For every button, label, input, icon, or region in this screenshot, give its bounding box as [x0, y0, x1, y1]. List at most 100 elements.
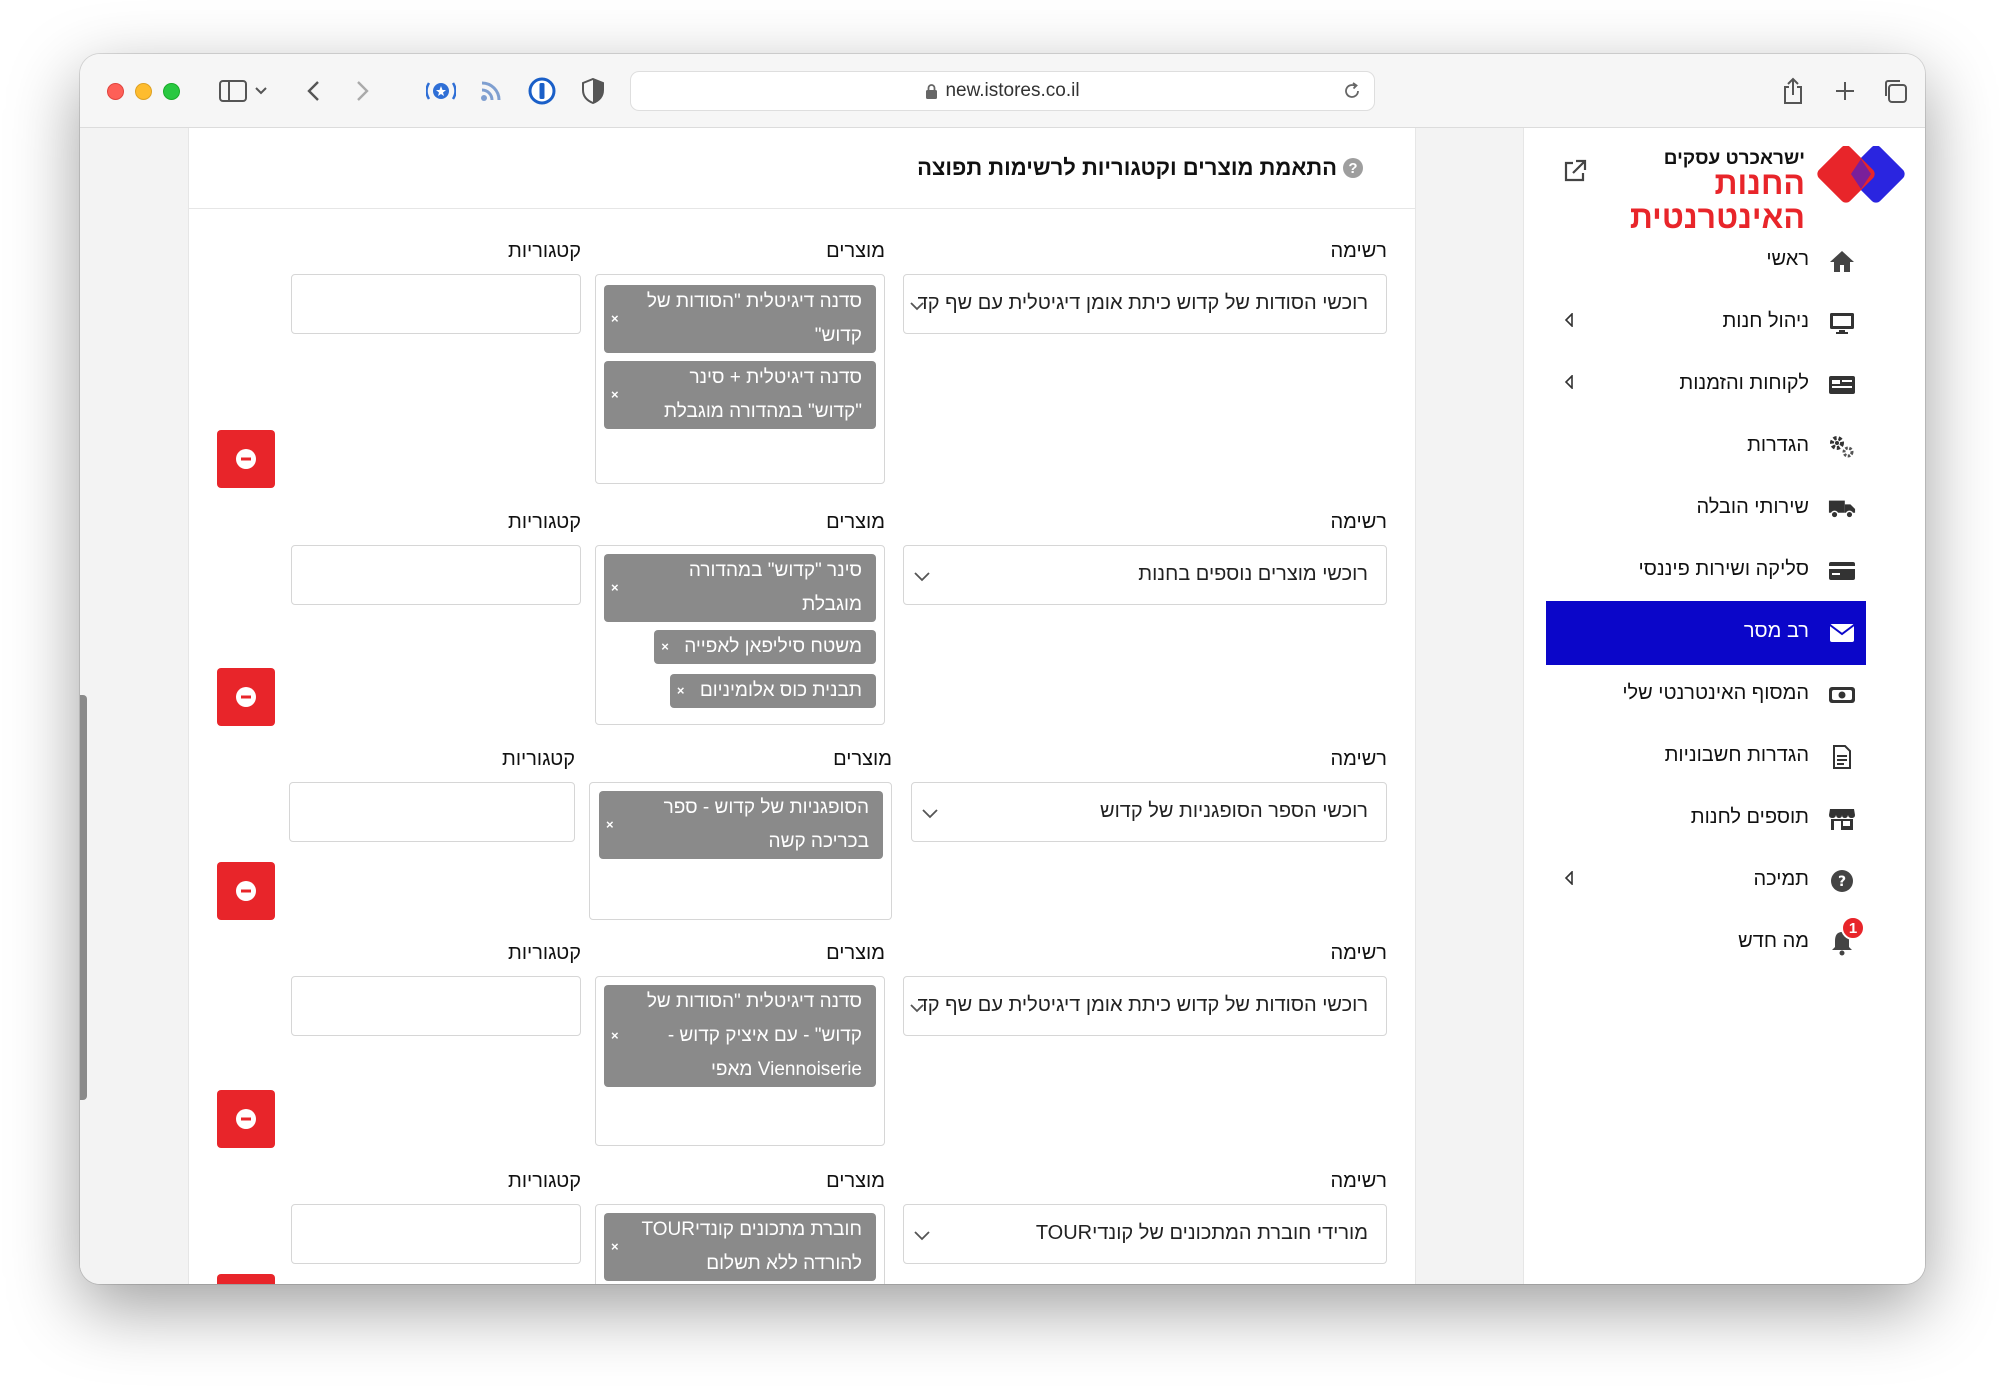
products-label: מוצרים — [826, 942, 885, 964]
remove-tag-icon[interactable]: × — [611, 571, 619, 605]
sidebar-item-multi-message[interactable]: רב מסר — [1546, 601, 1866, 665]
sidebar-item-customers-orders[interactable]: לקוחות והזמנות — [1546, 353, 1866, 417]
password-manager-icon[interactable] — [527, 76, 557, 106]
caret-left-icon — [1564, 312, 1574, 332]
forward-arrow-icon[interactable] — [352, 76, 374, 106]
products-multiselect[interactable]: הסופגניות של קדוש - ספר בכריכה קשה × — [589, 782, 892, 920]
product-tag[interactable]: חוברת מתכונים קונדיTOUR להורדה ללא תשלום… — [604, 1213, 876, 1281]
products-multiselect[interactable]: סדנה דיגיטלית "הסודות של קדוש" - עם איצי… — [595, 976, 885, 1146]
svg-text:?: ? — [1838, 874, 1846, 890]
caret-left-icon — [1564, 870, 1574, 890]
product-tag[interactable]: סדנה דיגיטלית "הסודות של קדוש" × — [604, 285, 876, 353]
scrollbar-thumb[interactable] — [80, 695, 87, 1100]
categories-input[interactable] — [291, 1204, 581, 1264]
list-select[interactable]: רוכשי מוצרים נוספים בחנות — [903, 545, 1387, 605]
monitor-icon — [1828, 309, 1856, 337]
remove-row-button[interactable] — [217, 1274, 275, 1284]
open-external-icon[interactable] — [1562, 158, 1588, 189]
chevron-down-icon — [910, 1000, 924, 1018]
minimize-window-button[interactable] — [135, 83, 152, 100]
remove-row-button[interactable] — [217, 862, 275, 920]
list-select[interactable]: מורידי חוברת המתכונים של קונדיTOUR — [903, 1204, 1387, 1264]
minus-circle-icon — [236, 1109, 256, 1129]
sidebar-item-home[interactable]: ראשי — [1546, 229, 1866, 293]
sidebar-item-web-terminal[interactable]: המסוף האינטרנטי שלי — [1546, 663, 1866, 727]
list-select[interactable]: רוכשי הספר הסופגניות של קדוש — [911, 782, 1387, 842]
categories-input[interactable] — [291, 545, 581, 605]
categories-input[interactable] — [291, 274, 581, 334]
products-label: מוצרים — [826, 1170, 885, 1192]
sidebar-item-shipping[interactable]: שירותי הובלה — [1546, 477, 1866, 541]
zoom-window-button[interactable] — [163, 83, 180, 100]
tabs-overview-icon[interactable] — [1880, 76, 1910, 106]
address-bar[interactable]: new.istores.co.il — [630, 71, 1375, 111]
caret-left-icon — [1564, 374, 1574, 394]
url-text: new.istores.co.il — [945, 80, 1080, 101]
sidebar-toggle-icon[interactable] — [217, 76, 249, 106]
reload-icon[interactable] — [1342, 81, 1362, 107]
sidebar-item-store-addons[interactable]: תוספים לחנות — [1546, 787, 1866, 851]
truck-icon — [1828, 495, 1856, 523]
categories-label: קטגוריות — [508, 240, 581, 262]
chevron-down-icon[interactable] — [253, 76, 269, 106]
list-select[interactable]: רוכשי הסודות של קדוש כיתת אומן דיגיטלית … — [903, 976, 1387, 1036]
products-multiselect[interactable]: סינר "קדוש" במהדורה מוגבלת × משטח סיליפא… — [595, 545, 885, 725]
help-circle-icon: ? — [1828, 867, 1856, 895]
new-tab-icon[interactable] — [1832, 76, 1858, 106]
remove-tag-icon[interactable]: × — [611, 378, 619, 412]
remove-tag-icon[interactable]: × — [611, 302, 619, 336]
remove-row-button[interactable] — [217, 1090, 275, 1148]
products-multiselect[interactable]: סדנה דיגיטלית "הסודות של קדוש" × סדנה די… — [595, 274, 885, 484]
remove-tag-icon[interactable]: × — [677, 674, 685, 708]
chevron-down-icon — [922, 806, 938, 824]
share-icon[interactable] — [1780, 76, 1806, 106]
remove-tag-icon[interactable]: × — [611, 1019, 619, 1053]
sidebar-item-support[interactable]: ? תמיכה — [1546, 849, 1866, 913]
remove-tag-icon[interactable]: × — [606, 808, 614, 842]
products-multiselect[interactable]: חוברת מתכונים קונדיTOUR להורדה ללא תשלום… — [595, 1204, 885, 1284]
logo-diamonds-icon — [1817, 146, 1905, 203]
list-select[interactable]: רוכשי הסודות של קדוש כיתת אומן דיגיטלית … — [903, 274, 1387, 334]
remove-row-button[interactable] — [217, 668, 275, 726]
sidebar-item-whats-new[interactable]: 1 מה חדש — [1546, 911, 1866, 975]
extension-icon[interactable] — [425, 76, 457, 106]
product-tag[interactable]: תבנית כוס אלומיניום × — [669, 674, 876, 708]
page-title: ? התאמת מוצרים וקטגוריות לרשימות תפוצה — [917, 155, 1363, 181]
invoice-icon — [1828, 743, 1856, 771]
remove-tag-icon[interactable]: × — [611, 1230, 619, 1264]
back-arrow-icon[interactable] — [302, 76, 324, 106]
browser-toolbar: new.istores.co.il — [80, 54, 1925, 128]
customer-card-icon — [1828, 371, 1856, 399]
categories-input[interactable] — [289, 782, 575, 842]
categories-input[interactable] — [291, 976, 581, 1036]
remove-tag-icon[interactable]: × — [661, 630, 669, 664]
store-icon — [1828, 805, 1856, 833]
help-icon[interactable]: ? — [1343, 158, 1363, 178]
privacy-shield-icon[interactable] — [580, 76, 606, 106]
list-label: רשימה — [1330, 942, 1388, 964]
products-label: מוצרים — [833, 748, 892, 770]
chevron-down-icon — [910, 298, 924, 316]
minus-circle-icon — [236, 687, 256, 707]
envelope-icon — [1828, 619, 1856, 647]
product-tag[interactable]: סדנה דיגיטלית + סינר "קדוש" במהדורה מוגב… — [604, 361, 876, 429]
list-label: רשימה — [1330, 748, 1388, 770]
rss-icon[interactable] — [478, 76, 504, 106]
sidebar-item-store-management[interactable]: ניהול חנות — [1546, 291, 1866, 355]
lock-icon — [925, 83, 938, 100]
product-tag[interactable]: משטח סיליפאן לאפייה × — [654, 630, 876, 664]
cash-icon — [1828, 681, 1856, 709]
remove-row-button[interactable] — [217, 430, 275, 488]
close-window-button[interactable] — [107, 83, 124, 100]
credit-card-icon — [1828, 557, 1856, 585]
product-tag[interactable]: הסופגניות של קדוש - ספר בכריכה קשה × — [599, 791, 883, 859]
product-tag[interactable]: סינר "קדוש" במהדורה מוגבלת × — [604, 554, 876, 622]
sidebar-item-invoice-settings[interactable]: הגדרות חשבוניות — [1546, 725, 1866, 789]
sidebar-item-settings[interactable]: הגדרות — [1546, 415, 1866, 479]
products-label: מוצרים — [826, 511, 885, 533]
product-tag[interactable]: סדנה דיגיטלית "הסודות של קדוש" - עם איצי… — [604, 985, 876, 1087]
notification-badge: 1 — [1841, 916, 1865, 940]
list-label: רשימה — [1330, 240, 1388, 262]
sidebar-item-clearing[interactable]: סליקה ושירות פיננסי — [1546, 539, 1866, 603]
list-label: רשימה — [1330, 511, 1388, 533]
